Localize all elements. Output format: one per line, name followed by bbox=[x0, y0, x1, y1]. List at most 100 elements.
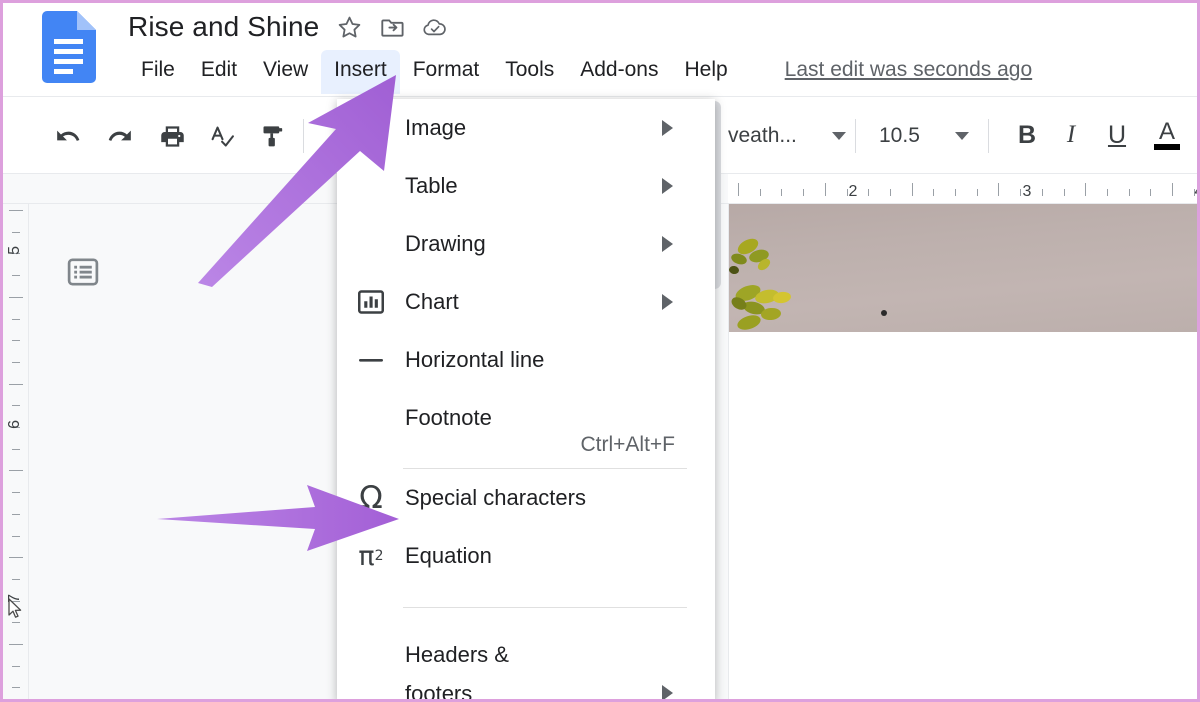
menu-item-format[interactable]: Format bbox=[400, 50, 493, 94]
underline-button[interactable]: U bbox=[1095, 111, 1139, 159]
horizontal-ruler-page-span bbox=[728, 174, 1197, 203]
ruler-tick bbox=[781, 189, 782, 196]
image-icon bbox=[337, 113, 405, 143]
menu-option-table[interactable]: Table bbox=[337, 157, 715, 215]
menu-option-label: Chart bbox=[405, 289, 459, 315]
ruler-tick bbox=[1020, 189, 1021, 196]
menu-item-edit[interactable]: Edit bbox=[188, 50, 250, 94]
menu-item-insert[interactable]: Insert bbox=[321, 50, 400, 94]
ruler-tick bbox=[1172, 183, 1173, 196]
print-icon[interactable] bbox=[149, 113, 195, 159]
ruler-tick bbox=[998, 183, 999, 196]
menu-item-help[interactable]: Help bbox=[671, 50, 740, 94]
menu-option-label: Drawing bbox=[405, 231, 486, 257]
document-outline-icon[interactable] bbox=[65, 254, 101, 290]
google-docs-icon[interactable] bbox=[41, 11, 96, 83]
ruler-number: 2 bbox=[849, 183, 858, 201]
vertical-ruler[interactable]: 5 6 7 bbox=[3, 204, 29, 699]
ruler-tick bbox=[9, 557, 23, 558]
menu-option-headers-footers[interactable]: Headers & footers bbox=[337, 627, 715, 702]
menu-item-addons[interactable]: Add-ons bbox=[567, 50, 671, 94]
ruler-tick bbox=[890, 189, 891, 196]
document-title[interactable]: Rise and Shine bbox=[128, 11, 319, 43]
menu-option-label: Table bbox=[405, 173, 458, 199]
menu-option-image[interactable]: Image bbox=[337, 99, 715, 157]
font-family-selector[interactable]: veath... bbox=[728, 114, 846, 158]
ruler-tick bbox=[1150, 189, 1151, 196]
google-docs-window: Rise and Shine File Edit bbox=[0, 0, 1200, 702]
insert-dropdown-menu[interactable]: Image Table Drawing Chart bbox=[337, 99, 715, 702]
ruler-tick bbox=[9, 470, 23, 471]
submenu-arrow-icon bbox=[662, 178, 673, 194]
ruler-tick bbox=[12, 579, 20, 580]
ruler-number: 3 bbox=[1023, 183, 1032, 201]
cloud-check-icon[interactable] bbox=[422, 14, 448, 40]
ruler-tick bbox=[12, 405, 20, 406]
spelling-check-icon[interactable] bbox=[199, 113, 245, 159]
menu-option-label-line2: footers bbox=[405, 674, 509, 702]
text-color-button[interactable]: A bbox=[1145, 111, 1189, 159]
title-row: Rise and Shine bbox=[128, 5, 448, 49]
submenu-arrow-icon bbox=[662, 236, 673, 252]
menu-option-label: Special characters bbox=[405, 485, 586, 511]
ruler-number: 6 bbox=[6, 420, 24, 429]
photo-speck bbox=[881, 310, 887, 316]
ruler-tick bbox=[12, 622, 20, 623]
menu-option-special-characters[interactable]: Ω Special characters bbox=[337, 469, 715, 527]
ruler-tick bbox=[847, 189, 848, 196]
ruler-tick bbox=[1085, 183, 1086, 196]
chevron-down-icon bbox=[832, 132, 846, 140]
chart-icon bbox=[337, 287, 405, 317]
font-size-selector[interactable]: 10.5 bbox=[865, 114, 975, 158]
font-size-value: 10.5 bbox=[879, 124, 920, 148]
document-canvas[interactable] bbox=[728, 204, 1197, 699]
text-color-letter: A bbox=[1159, 121, 1175, 143]
menu-option-horizontal-line[interactable]: Horizontal line bbox=[337, 331, 715, 389]
ruler-tick bbox=[1107, 189, 1108, 196]
ruler-tick bbox=[1129, 189, 1130, 196]
menu-option-label: Footnote bbox=[405, 405, 492, 431]
undo-icon[interactable] bbox=[45, 113, 91, 159]
text-color-swatch bbox=[1154, 144, 1180, 150]
bold-button[interactable]: B bbox=[1005, 111, 1049, 159]
ruler-tick bbox=[738, 183, 739, 196]
menu-item-tools[interactable]: Tools bbox=[492, 50, 567, 94]
ruler-tick bbox=[12, 536, 20, 537]
italic-button[interactable]: I bbox=[1049, 111, 1093, 159]
omega-icon: Ω bbox=[337, 480, 405, 516]
menu-option-label: Equation bbox=[405, 543, 492, 569]
ruler-tick bbox=[12, 319, 20, 320]
menu-item-file[interactable]: File bbox=[128, 50, 188, 94]
ruler-tick bbox=[9, 297, 23, 298]
ruler-tick bbox=[933, 189, 934, 196]
menu-option-drawing[interactable]: Drawing bbox=[337, 215, 715, 273]
toolbar-divider bbox=[988, 119, 989, 153]
mouse-cursor bbox=[8, 598, 24, 620]
paint-format-icon[interactable] bbox=[249, 113, 295, 159]
ruler-tick bbox=[955, 189, 956, 196]
submenu-arrow-icon bbox=[662, 120, 673, 136]
redo-icon[interactable] bbox=[97, 113, 143, 159]
font-family-value: veath... bbox=[728, 124, 797, 148]
menu-item-view[interactable]: View bbox=[250, 50, 321, 94]
ruler-tick bbox=[760, 189, 761, 196]
ruler-tick bbox=[912, 183, 913, 196]
ruler-tick bbox=[12, 275, 20, 276]
menu-option-equation[interactable]: π2 Equation bbox=[337, 527, 715, 585]
ruler-tick bbox=[9, 384, 23, 385]
ruler-tick bbox=[977, 189, 978, 196]
ruler-tick bbox=[12, 492, 20, 493]
ruler-tick bbox=[9, 210, 23, 211]
star-icon[interactable] bbox=[336, 14, 362, 40]
ruler-tick bbox=[12, 687, 20, 688]
horizontal-line-icon bbox=[337, 345, 405, 375]
move-to-folder-icon[interactable] bbox=[379, 14, 405, 40]
ruler-tick bbox=[12, 232, 20, 233]
menu-option-label: Horizontal line bbox=[405, 347, 544, 373]
title-and-menu-bar: Rise and Shine File Edit bbox=[3, 3, 1197, 96]
inserted-photo[interactable] bbox=[729, 204, 1198, 332]
ruler-tick bbox=[868, 189, 869, 196]
menu-option-chart[interactable]: Chart bbox=[337, 273, 715, 331]
last-edit-status[interactable]: Last edit was seconds ago bbox=[783, 50, 1035, 94]
ruler-tick bbox=[12, 340, 20, 341]
